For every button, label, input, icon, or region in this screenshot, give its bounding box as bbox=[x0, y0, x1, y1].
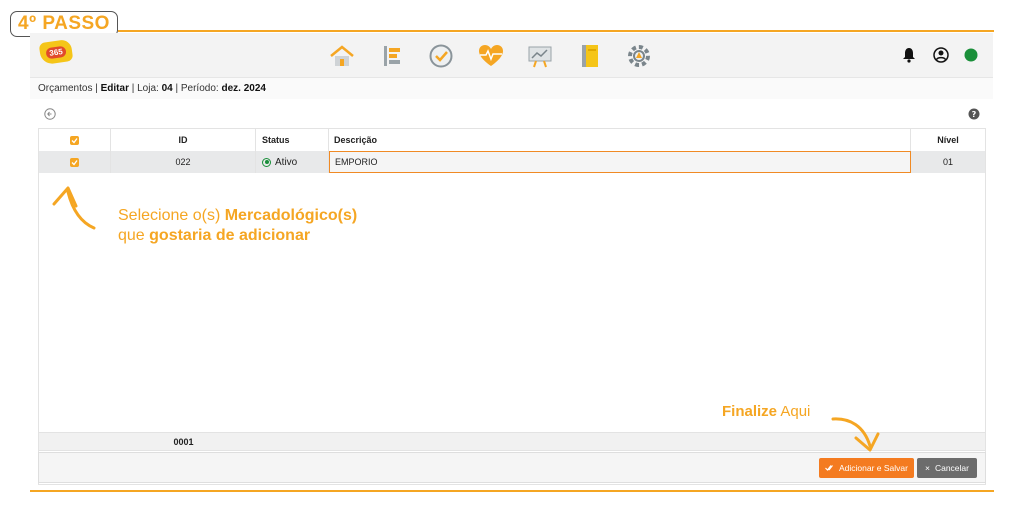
chart-board-icon[interactable] bbox=[526, 42, 554, 70]
app-logo[interactable]: 365 bbox=[38, 38, 74, 66]
footer-total: 0001 bbox=[173, 436, 194, 447]
sub-toolbar: ? bbox=[30, 99, 993, 127]
double-check-icon bbox=[825, 465, 833, 471]
action-bar: Adicionar e Salvar × Cancelar bbox=[38, 452, 986, 483]
svg-text:?: ? bbox=[972, 110, 977, 119]
user-circle-icon[interactable] bbox=[932, 46, 950, 64]
notebook-icon[interactable] bbox=[576, 42, 604, 70]
row-id: 022 bbox=[111, 151, 256, 173]
status-active-icon bbox=[262, 157, 271, 167]
col-header-id[interactable]: ID bbox=[111, 129, 256, 151]
row-checkbox[interactable] bbox=[39, 151, 111, 173]
top-divider bbox=[118, 30, 994, 32]
cancel-button[interactable]: × Cancelar bbox=[917, 458, 977, 478]
home-icon[interactable] bbox=[328, 42, 356, 70]
save-label: Adicionar e Salvar bbox=[839, 463, 908, 473]
heart-pulse-icon[interactable] bbox=[477, 42, 505, 70]
list-icon[interactable] bbox=[378, 42, 406, 70]
select-all-checkbox[interactable] bbox=[39, 129, 111, 151]
arrow-down-right-icon bbox=[831, 417, 880, 452]
finalize-annotation: Finalize Aqui bbox=[722, 403, 811, 420]
col-header-status[interactable]: Status bbox=[256, 129, 329, 151]
grid-header: ID Status Descrição Nível bbox=[39, 129, 985, 152]
breadcrumb-action: Editar bbox=[100, 83, 129, 94]
status-dot-icon bbox=[962, 46, 980, 64]
arrow-up-left-icon bbox=[52, 186, 96, 230]
row-status: Ativo bbox=[256, 151, 329, 173]
logo-text: 365 bbox=[45, 45, 67, 59]
table-row[interactable]: 022 Ativo EMPORIO 01 bbox=[39, 151, 985, 173]
row-nivel: 01 bbox=[942, 157, 953, 167]
breadcrumb-periodo: dez. 2024 bbox=[221, 83, 266, 94]
breadcrumb: Orçamentos | Editar | Loja: 04 | Período… bbox=[30, 77, 993, 99]
bell-icon[interactable] bbox=[900, 46, 918, 64]
check-circle-icon[interactable] bbox=[427, 42, 455, 70]
gear-icon[interactable] bbox=[625, 42, 653, 70]
breadcrumb-loja: 04 bbox=[161, 83, 173, 94]
instruction-annotation: Selecione o(s) Mercadológico(s) que gost… bbox=[118, 207, 358, 244]
cancel-label: Cancelar bbox=[934, 463, 969, 473]
col-header-nivel[interactable]: Nível bbox=[911, 129, 985, 151]
add-and-save-button[interactable]: Adicionar e Salvar bbox=[819, 458, 914, 478]
row-descricao[interactable]: EMPORIO bbox=[329, 151, 911, 173]
close-icon: × bbox=[925, 463, 930, 473]
help-icon[interactable]: ? bbox=[968, 107, 980, 120]
back-arrow-icon[interactable] bbox=[44, 107, 56, 120]
top-navbar: 365 bbox=[30, 33, 993, 77]
breadcrumb-section[interactable]: Orçamentos bbox=[38, 83, 92, 94]
row-status-text: Ativo bbox=[275, 156, 298, 168]
col-header-descricao[interactable]: Descrição bbox=[329, 129, 911, 151]
bottom-divider bbox=[30, 490, 994, 492]
